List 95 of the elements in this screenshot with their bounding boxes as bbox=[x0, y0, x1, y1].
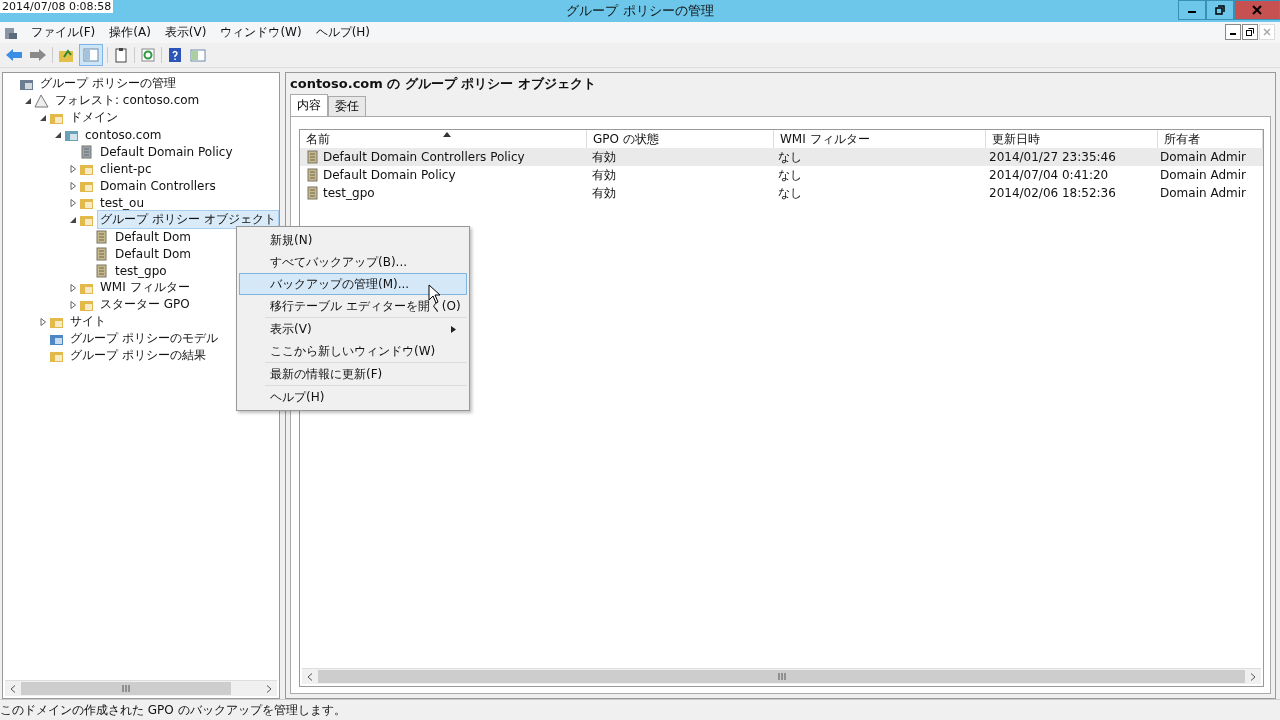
tree-item[interactable]: グループ ポリシーのモデル bbox=[67, 329, 221, 348]
table-cell: Default Domain Policy bbox=[323, 168, 456, 182]
back-arrow-icon[interactable] bbox=[4, 46, 24, 64]
menu-item[interactable]: ファイル(F) bbox=[24, 24, 103, 41]
scroll-right-icon[interactable] bbox=[266, 684, 272, 693]
close-button[interactable] bbox=[1234, 0, 1280, 20]
timestamp: 2014/07/08 0:08:58 bbox=[0, 0, 114, 13]
expander-icon[interactable] bbox=[39, 317, 47, 326]
restore-icon bbox=[1246, 28, 1254, 36]
sort-arrow-icon bbox=[443, 132, 451, 137]
menu-item[interactable]: ウィンドウ(W) bbox=[213, 24, 309, 41]
tree-item[interactable]: グループ ポリシーの結果 bbox=[67, 346, 209, 365]
close-icon bbox=[1263, 28, 1271, 36]
menu-item[interactable]: バックアップの管理(M)... bbox=[239, 273, 467, 295]
tree-item[interactable]: サイト bbox=[67, 312, 109, 331]
table-cell: なし bbox=[778, 166, 802, 184]
table-cell: test_gpo bbox=[323, 186, 375, 200]
document-icon bbox=[94, 229, 109, 244]
scroll-left-icon[interactable] bbox=[307, 672, 313, 681]
tab[interactable]: 内容 bbox=[290, 94, 328, 116]
minimize-button[interactable] bbox=[1225, 24, 1241, 40]
tree-item[interactable]: Default Dom bbox=[112, 245, 194, 262]
document-icon bbox=[306, 150, 320, 164]
menu-item[interactable]: ヘルプ(H) bbox=[308, 24, 378, 41]
scroll-left-icon[interactable] bbox=[10, 684, 16, 693]
tree-item[interactable]: スターター GPO bbox=[97, 295, 193, 314]
table-cell: なし bbox=[778, 184, 802, 202]
restore-button[interactable] bbox=[1242, 24, 1258, 40]
tree-item[interactable]: ドメイン bbox=[67, 108, 121, 127]
table-cell: 2014/07/04 0:41:20 bbox=[989, 168, 1109, 182]
console-icon[interactable] bbox=[4, 25, 18, 40]
menu-item[interactable]: 表示(V) bbox=[239, 318, 467, 340]
tree-item[interactable]: Default Domain Policy bbox=[97, 143, 236, 160]
table-cell: Domain Admir bbox=[1160, 186, 1246, 200]
horizontal-scrollbar[interactable] bbox=[5, 680, 277, 696]
table-row[interactable]: test_gpo 有効 なし 2014/02/06 18:52:36 Domain Admir bbox=[300, 184, 1263, 202]
menu-item[interactable]: 新規(N) bbox=[239, 229, 467, 251]
expander-icon[interactable] bbox=[39, 113, 47, 122]
menu-item[interactable]: 操作(A) bbox=[102, 24, 158, 41]
expander-icon[interactable] bbox=[69, 181, 77, 190]
close-icon bbox=[1252, 5, 1262, 15]
scroll-right-icon[interactable] bbox=[1250, 672, 1256, 681]
window-title: グループ ポリシーの管理 bbox=[566, 2, 714, 20]
menu-item[interactable]: 表示(V) bbox=[157, 24, 214, 41]
tree-item[interactable]: client-pc bbox=[97, 160, 155, 177]
table-cell: 2014/01/27 23:35:46 bbox=[989, 150, 1116, 164]
table-cell: 有効 bbox=[592, 148, 616, 166]
tab[interactable]: 委任 bbox=[328, 96, 366, 116]
table-cell: Domain Admir bbox=[1160, 150, 1246, 164]
triangle-icon bbox=[34, 93, 49, 108]
expander-icon[interactable] bbox=[54, 130, 62, 139]
tree-item[interactable]: グループ ポリシー オブジェクト bbox=[97, 210, 279, 229]
help-icon[interactable] bbox=[166, 46, 184, 64]
expander-icon[interactable] bbox=[69, 198, 77, 207]
table-cell: 有効 bbox=[592, 184, 616, 202]
expander-icon[interactable] bbox=[24, 96, 32, 105]
expander-icon[interactable] bbox=[69, 283, 77, 292]
expander-icon[interactable] bbox=[69, 215, 77, 224]
table-cell: 2014/02/06 18:52:36 bbox=[989, 186, 1116, 200]
tree-item[interactable]: WMI フィルター bbox=[97, 278, 193, 297]
restore-icon bbox=[1215, 5, 1225, 15]
status-text: このドメインの作成された GPO のバックアップを管理します。 bbox=[0, 701, 346, 719]
grip-icon bbox=[122, 685, 130, 692]
tree-item[interactable]: フォレスト: contoso.com bbox=[52, 91, 203, 110]
table-cell: なし bbox=[778, 148, 802, 166]
refresh-icon[interactable] bbox=[139, 46, 157, 64]
menu-item[interactable]: 最新の情報に更新(F) bbox=[239, 363, 467, 385]
tree-item[interactable]: Default Dom bbox=[112, 228, 194, 245]
expander-icon[interactable] bbox=[69, 164, 77, 173]
tree-item[interactable]: Domain Controllers bbox=[97, 177, 219, 194]
table-cell: Default Domain Controllers Policy bbox=[323, 150, 525, 164]
horizontal-scrollbar[interactable] bbox=[302, 668, 1261, 684]
grip-icon bbox=[777, 673, 786, 680]
table-row[interactable]: Default Domain Controllers Policy 有効 なし 2014/01/27 23:35:46 Domain Admir bbox=[300, 148, 1263, 166]
tree-item[interactable]: test_ou bbox=[97, 194, 147, 211]
minimize-button[interactable] bbox=[1178, 0, 1206, 20]
menu-item[interactable]: ここから新しいウィンドウ(W) bbox=[239, 340, 467, 362]
tree-item[interactable]: グループ ポリシーの管理 bbox=[37, 74, 179, 93]
menu-item[interactable]: ヘルプ(H) bbox=[239, 386, 467, 408]
forward-arrow-icon[interactable] bbox=[28, 46, 48, 64]
document-icon bbox=[306, 168, 320, 182]
restore-button[interactable] bbox=[1206, 0, 1234, 20]
table-cell: 有効 bbox=[592, 166, 616, 184]
table-row[interactable]: Default Domain Policy 有効 なし 2014/07/04 0:41:20 Domain Admir bbox=[300, 166, 1263, 184]
menu-item[interactable]: すべてバックアップ(B)... bbox=[239, 251, 467, 273]
document-icon bbox=[94, 246, 109, 261]
pane-title: contoso.com の グループ ポリシー オブジェクト bbox=[290, 75, 597, 93]
clipboard-icon[interactable] bbox=[112, 46, 130, 64]
document-icon bbox=[79, 144, 94, 159]
document-icon bbox=[94, 263, 109, 278]
document-icon bbox=[306, 186, 320, 200]
table-cell: Domain Admir bbox=[1160, 168, 1246, 182]
tree-item[interactable]: test_gpo bbox=[112, 262, 170, 279]
tree-item[interactable]: contoso.com bbox=[82, 126, 165, 143]
expander-icon[interactable] bbox=[69, 300, 77, 309]
